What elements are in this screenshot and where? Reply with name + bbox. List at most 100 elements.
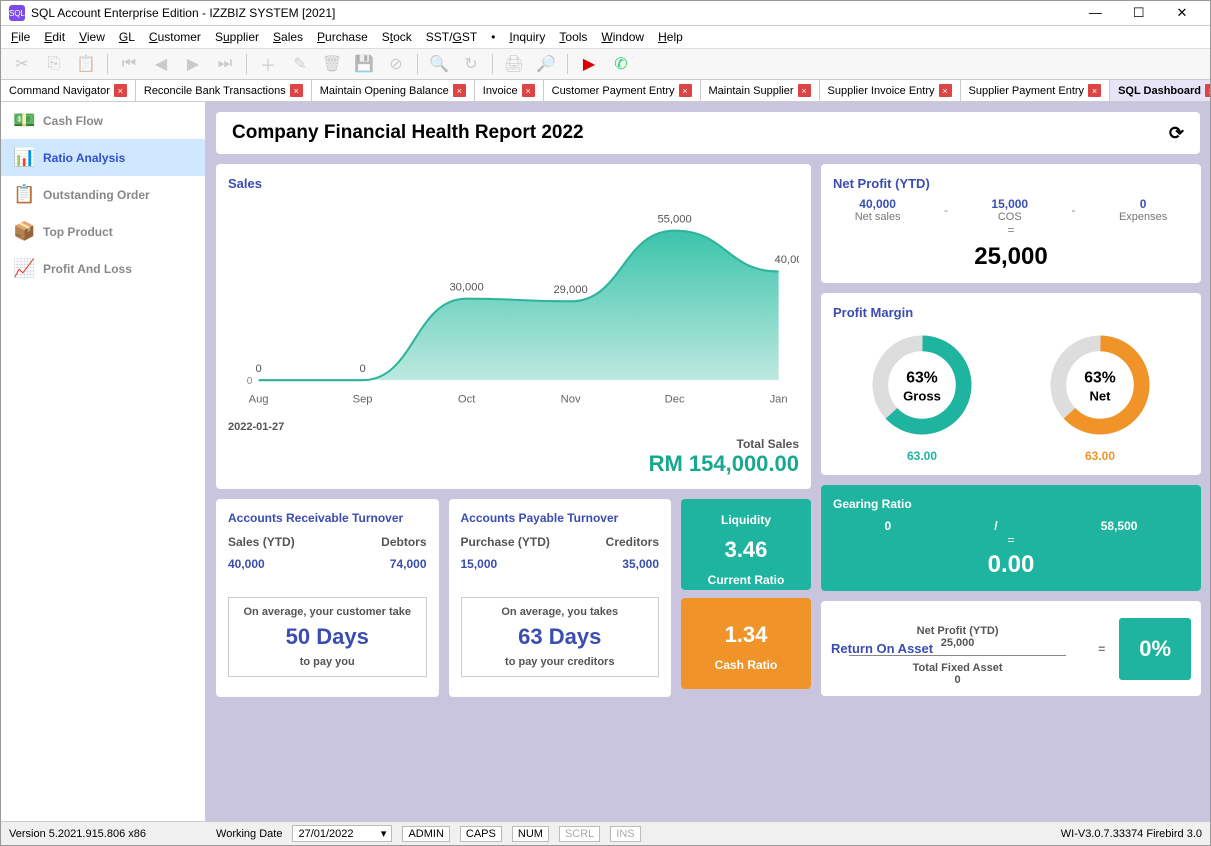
- tab-supplier-invoice-entry[interactable]: Supplier Invoice Entry ×: [820, 80, 961, 101]
- gross-donut: 63% Gross: [867, 330, 977, 440]
- svg-text:30,000: 30,000: [449, 281, 483, 293]
- menu-purchase[interactable]: Purchase: [317, 30, 368, 44]
- close-tab-icon[interactable]: ×: [290, 84, 303, 97]
- refresh-icon[interactable]: ↻: [460, 53, 482, 75]
- menu-view[interactable]: View: [79, 30, 105, 44]
- svg-text:Aug: Aug: [249, 394, 269, 406]
- youtube-icon[interactable]: ▶: [578, 53, 600, 75]
- sidebar-item-label: Top Product: [43, 225, 113, 239]
- close-tab-icon[interactable]: ×: [679, 84, 692, 97]
- current-ratio-label: Current Ratio: [685, 573, 807, 587]
- tab-maintain-opening-balance[interactable]: Maintain Opening Balance×: [312, 80, 475, 101]
- save-icon[interactable]: 💾: [353, 53, 375, 75]
- db-version-label: WI-V3.0.7.33374 Firebird 3.0: [1061, 828, 1202, 840]
- tab-label: SQL Dashboard: [1118, 85, 1201, 97]
- tab-label: Command Navigator: [9, 85, 110, 97]
- statusbar: Version 5.2021.915.806 x86 Working Date …: [1, 821, 1210, 845]
- tab-label: Supplier Invoice Entry: [828, 85, 935, 97]
- menu-file[interactable]: File: [11, 30, 30, 44]
- close-tab-icon[interactable]: ×: [1205, 84, 1210, 97]
- menu-customer[interactable]: Customer: [149, 30, 201, 44]
- copy-icon[interactable]: ⎘: [43, 53, 65, 75]
- chevron-down-icon: ▾: [381, 827, 387, 840]
- sidebar-icon: 📦: [13, 221, 33, 242]
- roa-title: Return On Asset: [831, 641, 933, 656]
- close-tab-icon[interactable]: ×: [522, 84, 535, 97]
- close-button[interactable]: ✕: [1162, 5, 1202, 21]
- close-tab-icon[interactable]: ×: [939, 84, 952, 97]
- menu-inquiry[interactable]: Inquiry: [509, 30, 545, 44]
- gearing-a: 0: [885, 519, 892, 533]
- sidebar-item-outstanding-order[interactable]: 📋Outstanding Order: [1, 176, 205, 213]
- sidebar-icon: 📊: [13, 147, 33, 168]
- sidebar-item-cash-flow[interactable]: 💵Cash Flow: [1, 102, 205, 139]
- svg-text:Jan: Jan: [770, 394, 788, 406]
- svg-text:40,000: 40,000: [775, 254, 799, 266]
- cancel-icon[interactable]: ⊘: [385, 53, 407, 75]
- working-date-picker[interactable]: 27/01/2022▾: [292, 825, 392, 842]
- nav-first-icon[interactable]: ⏮: [118, 53, 140, 75]
- liquidity-title: Liquidity: [685, 513, 807, 527]
- menu-window[interactable]: Window: [601, 30, 644, 44]
- menu-stock[interactable]: Stock: [382, 30, 412, 44]
- menu-sales[interactable]: Sales: [273, 30, 303, 44]
- ar-sales-label: Sales (YTD): [228, 535, 295, 549]
- tab-command-navigator[interactable]: Command Navigator ×: [1, 80, 136, 101]
- nav-prev-icon[interactable]: ◀: [150, 53, 172, 75]
- gearing-op: /: [994, 519, 997, 533]
- menu-gl[interactable]: GL: [119, 30, 135, 44]
- menu-help[interactable]: Help: [658, 30, 683, 44]
- sidebar-item-label: Outstanding Order: [43, 188, 150, 202]
- tab-supplier-payment-entry[interactable]: Supplier Payment Entry×: [961, 80, 1111, 101]
- whatsapp-icon[interactable]: ✆: [610, 53, 632, 75]
- version-label: Version 5.2021.915.806 x86: [9, 828, 146, 840]
- menu-tools[interactable]: Tools: [559, 30, 587, 44]
- tab-sql-dashboard[interactable]: SQL Dashboard ×: [1110, 80, 1210, 101]
- delete-icon[interactable]: 🗑: [321, 53, 343, 75]
- tab-reconcile-bank-transactions[interactable]: Reconcile Bank Transactions×: [136, 80, 312, 101]
- close-tab-icon[interactable]: ×: [453, 84, 466, 97]
- sidebar-item-profit-and-loss[interactable]: 📈Profit And Loss: [1, 250, 205, 287]
- np-exp-l: Expenses: [1119, 211, 1167, 223]
- sidebar-item-ratio-analysis[interactable]: 📊Ratio Analysis: [1, 139, 205, 176]
- edit-icon[interactable]: ✎: [289, 53, 311, 75]
- search-icon[interactable]: 🔍: [428, 53, 450, 75]
- np-op2: -: [1072, 203, 1076, 217]
- menu-edit[interactable]: Edit: [44, 30, 65, 44]
- tab-customer-payment-entry[interactable]: Customer Payment Entry×: [544, 80, 701, 101]
- sales-card: Sales AugSepOctNovDecJan00030,00029,0005…: [216, 164, 811, 489]
- minimize-button[interactable]: —: [1075, 5, 1115, 20]
- svg-text:0: 0: [247, 376, 253, 387]
- ap-creditors-label: Creditors: [606, 535, 659, 549]
- net-profit-title: Net Profit (YTD): [833, 176, 1189, 191]
- menu-[interactable]: •: [491, 30, 495, 44]
- refresh-report-icon[interactable]: ⟳: [1169, 123, 1184, 144]
- new-icon[interactable]: ＋: [257, 53, 279, 75]
- svg-text:55,000: 55,000: [657, 213, 691, 225]
- np-netsales-v: 40,000: [855, 197, 901, 211]
- svg-text:29,000: 29,000: [553, 284, 587, 296]
- gearing-title: Gearing Ratio: [833, 497, 1189, 511]
- cut-icon[interactable]: ✂: [11, 53, 33, 75]
- close-tab-icon[interactable]: ×: [114, 84, 127, 97]
- sidebar-item-top-product[interactable]: 📦 Top Product: [1, 213, 205, 250]
- cash-ratio-label: Cash Ratio: [685, 658, 807, 672]
- menu-supplier[interactable]: Supplier: [215, 30, 259, 44]
- maximize-button[interactable]: ☐: [1119, 5, 1159, 21]
- net-value: 63.00: [1045, 449, 1155, 463]
- print-icon[interactable]: 🖨: [503, 53, 525, 75]
- gearing-result: 0.00: [833, 551, 1189, 579]
- tab-maintain-supplier[interactable]: Maintain Supplier×: [701, 80, 820, 101]
- close-tab-icon[interactable]: ×: [798, 84, 811, 97]
- close-tab-icon[interactable]: ×: [1088, 84, 1101, 97]
- menubar: File Edit View GL Customer Supplier Sales Purch…: [1, 26, 1210, 49]
- menu-sstgst[interactable]: SST/GST: [426, 30, 477, 44]
- tab-invoice[interactable]: Invoice×: [475, 80, 544, 101]
- paste-icon[interactable]: 📋: [75, 53, 97, 75]
- ap-turnover-card: Accounts Payable Turnover Purchase (YTD)…: [449, 499, 672, 697]
- nav-last-icon[interactable]: ⏭: [214, 53, 236, 75]
- profit-margin-card: Profit Margin 63% Gross 63.00: [821, 293, 1201, 475]
- preview-icon[interactable]: 🔎: [535, 53, 557, 75]
- nav-next-icon[interactable]: ▶: [182, 53, 204, 75]
- sidebar-icon: 📈: [13, 258, 33, 279]
